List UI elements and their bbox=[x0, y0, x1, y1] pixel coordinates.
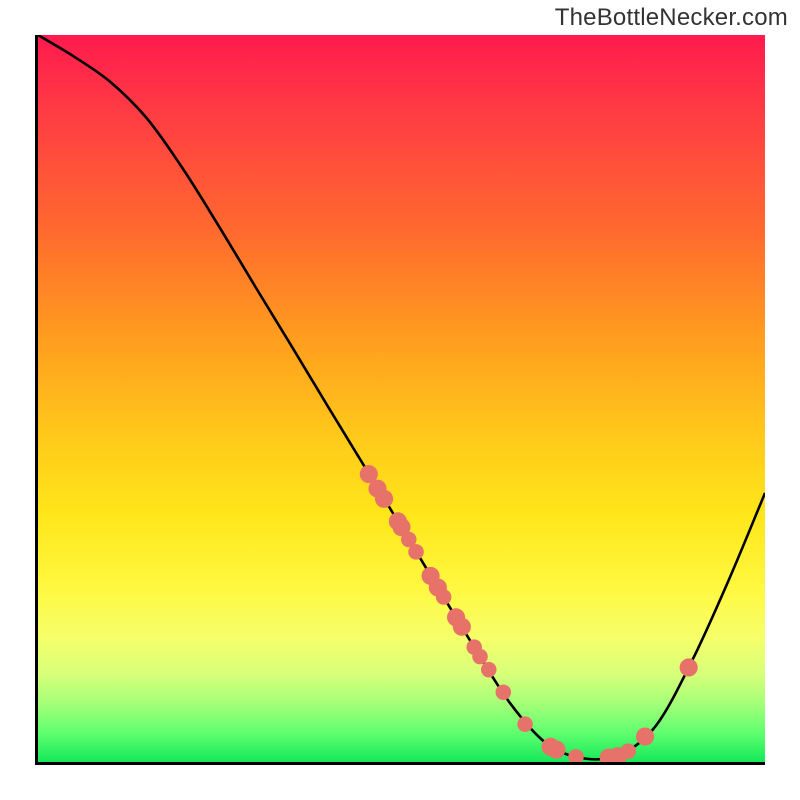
curve-marker bbox=[568, 749, 584, 765]
curve-marker bbox=[408, 544, 424, 560]
curve-marker bbox=[636, 727, 654, 745]
curve-marker bbox=[472, 649, 488, 665]
curve-marker bbox=[496, 684, 512, 700]
curve-marker bbox=[481, 662, 497, 678]
watermark-text: TheBottleNecker.com bbox=[555, 4, 788, 32]
curve-marker bbox=[547, 741, 565, 759]
plot-area bbox=[35, 35, 765, 765]
curve-marker bbox=[621, 743, 637, 759]
curve-marker bbox=[453, 618, 471, 636]
chart-container: TheBottleNecker.com bbox=[0, 0, 800, 800]
curve-marker bbox=[680, 658, 698, 676]
bottleneck-curve-line bbox=[38, 35, 765, 759]
curve-marker bbox=[436, 589, 452, 605]
curve-markers bbox=[360, 465, 698, 765]
curve-marker bbox=[517, 716, 533, 732]
curve-marker bbox=[375, 490, 393, 508]
chart-svg bbox=[38, 35, 765, 762]
